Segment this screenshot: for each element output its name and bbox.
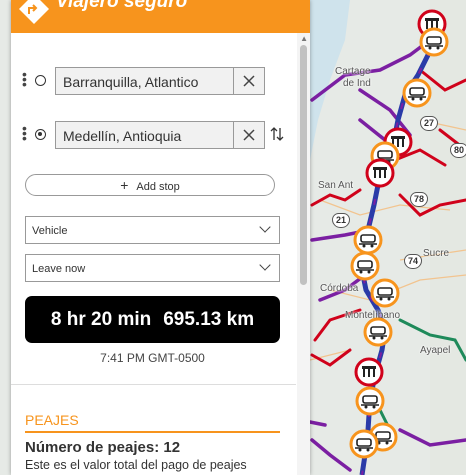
route-summary: 8 hr 20 min 695.13 km <box>25 296 280 343</box>
map-label: San Ant <box>318 180 354 191</box>
drag-handle-icon[interactable]: • • • <box>22 67 27 91</box>
close-icon <box>243 75 255 87</box>
origin-radio[interactable] <box>35 75 46 86</box>
vehicle-marker-icon[interactable] <box>363 317 393 355</box>
drag-handle-icon[interactable]: • • • <box>22 121 27 145</box>
vehicle-select[interactable]: Vehicle <box>25 216 280 244</box>
destination-radio[interactable] <box>35 129 46 140</box>
vehicle-marker-icon[interactable] <box>419 27 449 65</box>
peajes-count: Número de peajes: 12 <box>25 439 181 456</box>
vehicle-select-value: Vehicle <box>32 225 68 237</box>
route-duration: 8 hr 20 min <box>50 309 152 330</box>
close-icon <box>243 129 255 141</box>
vehicle-marker-icon[interactable] <box>402 78 432 116</box>
clear-destination-button[interactable] <box>233 121 265 149</box>
map-label: Ayapel <box>420 345 451 356</box>
road-shield: 21 <box>332 213 351 228</box>
road-shield: 74 <box>404 254 423 269</box>
route-logo-icon <box>19 0 49 26</box>
scroll-up-arrow-icon[interactable]: ▲ <box>300 34 308 43</box>
route-panel: Viajero seguro ▲ • • • Barranquilla, Atlan… <box>11 0 310 475</box>
map-label: de Ind <box>343 78 371 89</box>
chevron-down-icon <box>259 259 271 271</box>
map-label: Cartage <box>335 66 371 77</box>
clear-origin-button[interactable] <box>233 67 265 95</box>
plus-icon: + <box>120 177 129 193</box>
arrival-time: 7:41 PM GMT-0500 <box>100 351 205 365</box>
map-label: Sucre <box>423 248 450 259</box>
vehicle-marker-icon[interactable] <box>349 429 379 467</box>
road-shield: 78 <box>410 192 429 207</box>
scrollbar-thumb[interactable] <box>300 45 307 285</box>
route-distance: 695.13 km <box>163 309 255 330</box>
add-stop-button[interactable]: + Add stop <box>25 174 275 196</box>
peajes-underline <box>25 431 280 433</box>
vehicle-marker-icon[interactable] <box>355 386 385 424</box>
road-shield: 80 <box>450 143 466 158</box>
peajes-description: Este es el valor total del pago de peaje… <box>25 458 247 472</box>
divider <box>11 384 296 385</box>
vehicle-marker-icon[interactable] <box>370 278 400 316</box>
add-stop-label: Add stop <box>136 181 180 193</box>
toll-marker-icon[interactable] <box>365 158 395 196</box>
app-header: Viajero seguro <box>11 0 310 33</box>
departure-select[interactable]: Leave now <box>25 254 280 282</box>
chevron-down-icon <box>259 221 271 233</box>
road-shield: 27 <box>420 116 439 131</box>
app-title: Viajero seguro <box>56 0 188 12</box>
departure-select-value: Leave now <box>32 263 86 275</box>
swap-stops-icon[interactable] <box>270 126 284 146</box>
peajes-title: PEAJES <box>25 412 79 428</box>
